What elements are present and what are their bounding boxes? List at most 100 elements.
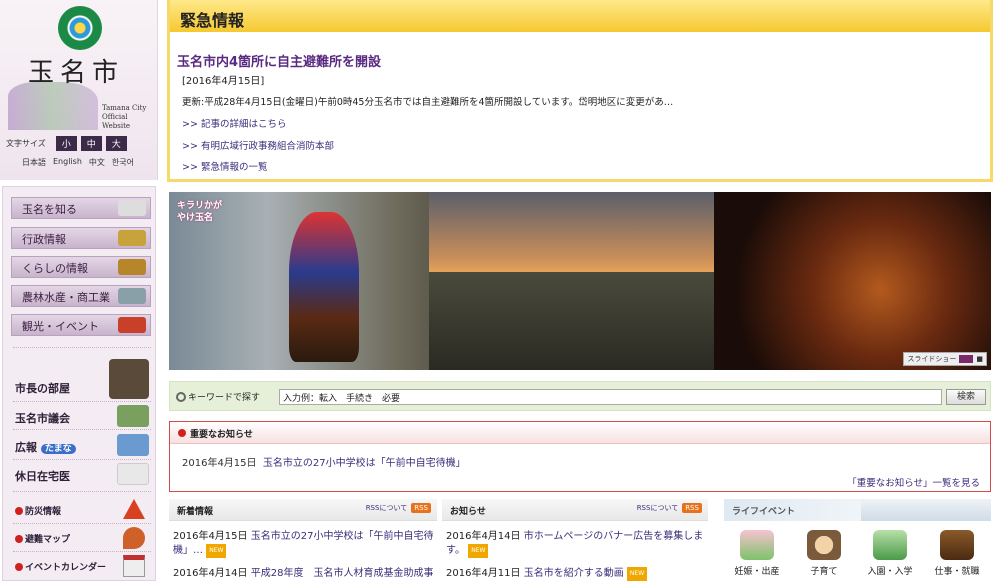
bullet-icon [178, 429, 186, 437]
crane-icon [118, 200, 146, 216]
rss-about-link[interactable]: RSSについて [366, 503, 408, 513]
keyword-search-bar: キーワードで探す 検索 [169, 381, 991, 411]
emergency-list-link[interactable]: >> 緊急情報の一覧 [182, 159, 267, 173]
life-school[interactable]: 入園・入学 [859, 530, 921, 577]
new-info-heading-text: 新着情報 [177, 507, 214, 517]
life-label: 妊娠・出産 [734, 567, 780, 577]
city-name[interactable]: 玉名市 [28, 52, 124, 89]
nav-disaster-info[interactable]: 防災情報 [15, 499, 151, 521]
mayor-photo-icon [109, 359, 149, 399]
lang-chinese[interactable]: 中文 [89, 157, 105, 168]
life-label: 子育て [810, 567, 838, 577]
factory-icon [118, 288, 146, 304]
important-notice-item: 2016年4月15日 玉名市立の27小中学校は「午前中自宅待機」 [182, 454, 466, 469]
emergency-heading: 緊急情報 [170, 0, 990, 32]
lang-korean[interactable]: 한국어 [112, 157, 134, 168]
life-pregnancy[interactable]: 妊娠・出産 [726, 530, 788, 577]
search-label: キーワードで探す [176, 390, 260, 403]
notice-link[interactable]: 玉名市立の27小中学校は「午前中自宅待機」 [263, 458, 466, 469]
english-name-line1: Tamana City [102, 104, 147, 112]
emergency-detail-link[interactable]: >> 記事の詳細はこちら [182, 116, 286, 130]
important-notice-more-link[interactable]: 「重要なお知らせ」一覧を見る [847, 475, 980, 489]
train-illustration [861, 499, 991, 521]
life-label: 仕事・就職 [934, 567, 980, 577]
lang-japanese[interactable]: 日本語 [22, 157, 46, 168]
emergency-body: 更新:平成28年4月15日(金曜日)午前0時45分玉名市では自主避難所を4箇所開… [182, 97, 674, 108]
notice-item: 2016年4月11日 玉名市を紹介する動画 NEW [446, 567, 648, 581]
calendar-icon [123, 555, 145, 577]
nav-label: 避難マップ [25, 535, 71, 545]
warning-icon [123, 499, 145, 519]
life-work[interactable]: 仕事・就職 [926, 530, 988, 577]
nav-label: 市長の部屋 [15, 382, 70, 395]
festival-icon [118, 317, 146, 333]
nav-label: 休日在宅医 [15, 470, 70, 483]
fire-department-link[interactable]: >> 有明広域行政事務組合消防本部 [182, 138, 334, 152]
life-label: 入園・入学 [867, 567, 913, 577]
font-large-button[interactable]: 大 [105, 136, 127, 151]
magazine-icon [117, 434, 149, 456]
rss-about-link[interactable]: RSSについて [637, 503, 679, 513]
stop-icon[interactable]: ■ [976, 355, 983, 363]
nav-know-tamana[interactable]: 玉名を知る [11, 197, 151, 219]
rss-icon[interactable]: RSS [411, 503, 431, 513]
search-icon [176, 392, 186, 402]
bullet-icon [15, 507, 23, 515]
lang-english[interactable]: English [53, 157, 82, 168]
hero-banner[interactable]: キラリかがやけ玉名 スライドショー ■ [169, 192, 991, 370]
archer-horseback-image [289, 212, 359, 362]
slideshow-control[interactable]: スライドショー ■ [903, 352, 987, 366]
nav-label: 玉名を知る [22, 203, 77, 216]
play-icon[interactable] [959, 355, 974, 363]
pregnancy-icon [740, 530, 774, 560]
emergency-title[interactable]: 玉名市内4箇所に自主避難所を開設 [177, 51, 381, 70]
nav-label: 防災情報 [25, 507, 62, 517]
left-navigation: 玉名を知る 行政情報 くらしの情報 農林水産・商工業 観光・イベント 市長の部屋… [2, 186, 156, 581]
new-badge: NEW [468, 544, 489, 558]
search-label-text: キーワードで探す [188, 393, 261, 403]
news-link[interactable]: 平成28年度 玉名市人材育成基金助成事 [251, 568, 434, 579]
site-logo-area: 玉名市 Tamana City Official Website 文字サイズ 小 … [0, 0, 158, 180]
nav-evacuation-map[interactable]: 避難マップ [15, 527, 151, 549]
slogan-badge: キラリかがやけ玉名 [177, 201, 223, 223]
search-button[interactable]: 検索 [946, 389, 986, 405]
language-links: 日本語 English 中文 한국어 [22, 157, 134, 168]
nav-label: 観光・イベント [22, 320, 99, 333]
briefcase-icon [940, 530, 974, 560]
life-parenting[interactable]: 子育て [793, 530, 855, 577]
important-notice-heading: 重要なお知らせ [170, 422, 990, 444]
news-date: 2016年4月15日 [173, 531, 248, 542]
nav-mayor[interactable]: 市長の部屋 [15, 359, 151, 399]
new-info-heading: 新着情報 RSSについて RSS [169, 499, 437, 521]
nav-tourism[interactable]: 観光・イベント [11, 314, 151, 336]
iris-flowers-image [8, 82, 98, 130]
nav-label: 行政情報 [22, 233, 66, 246]
font-medium-button[interactable]: 中 [80, 136, 102, 151]
notice-date: 2016年4月15日 [182, 458, 257, 469]
new-badge: NEW [206, 544, 227, 558]
notice-item-date: 2016年4月11日 [446, 568, 521, 579]
parenting-icon [807, 530, 841, 560]
nav-industry[interactable]: 農林水産・商工業 [11, 285, 151, 307]
notice-item-link[interactable]: 玉名市を紹介する動画 [524, 568, 624, 579]
nav-administration[interactable]: 行政情報 [11, 227, 151, 249]
nav-label: 農林水産・商工業 [22, 291, 110, 304]
nav-council[interactable]: 玉名市議会 [15, 403, 151, 429]
rss-links: RSSについて RSS [637, 503, 702, 513]
search-input[interactable] [279, 389, 942, 405]
nav-public-relations[interactable]: 広報 たまな [15, 432, 151, 458]
rss-icon[interactable]: RSS [682, 503, 702, 513]
family-icon [118, 259, 146, 275]
bullet-icon [15, 563, 23, 571]
font-small-button[interactable]: 小 [55, 136, 77, 151]
notice-item: 2016年4月14日 市ホームページのバナー広告を募集します。 NEW [446, 530, 708, 558]
nav-label: くらしの情報 [22, 262, 88, 275]
news-date: 2016年4月14日 [173, 568, 248, 579]
sunset-sky-image [429, 192, 729, 272]
rss-links: RSSについて RSS [366, 503, 431, 513]
nav-living[interactable]: くらしの情報 [11, 256, 151, 278]
new-info-column: 新着情報 RSSについて RSS 2016年4月15日 玉名市立の27小中学校は「… [169, 499, 437, 581]
nav-event-calendar[interactable]: イベントカレンダー [15, 555, 151, 577]
notices-heading-text: お知らせ [450, 507, 486, 517]
nav-holiday-doctor[interactable]: 休日在宅医 [15, 461, 151, 487]
